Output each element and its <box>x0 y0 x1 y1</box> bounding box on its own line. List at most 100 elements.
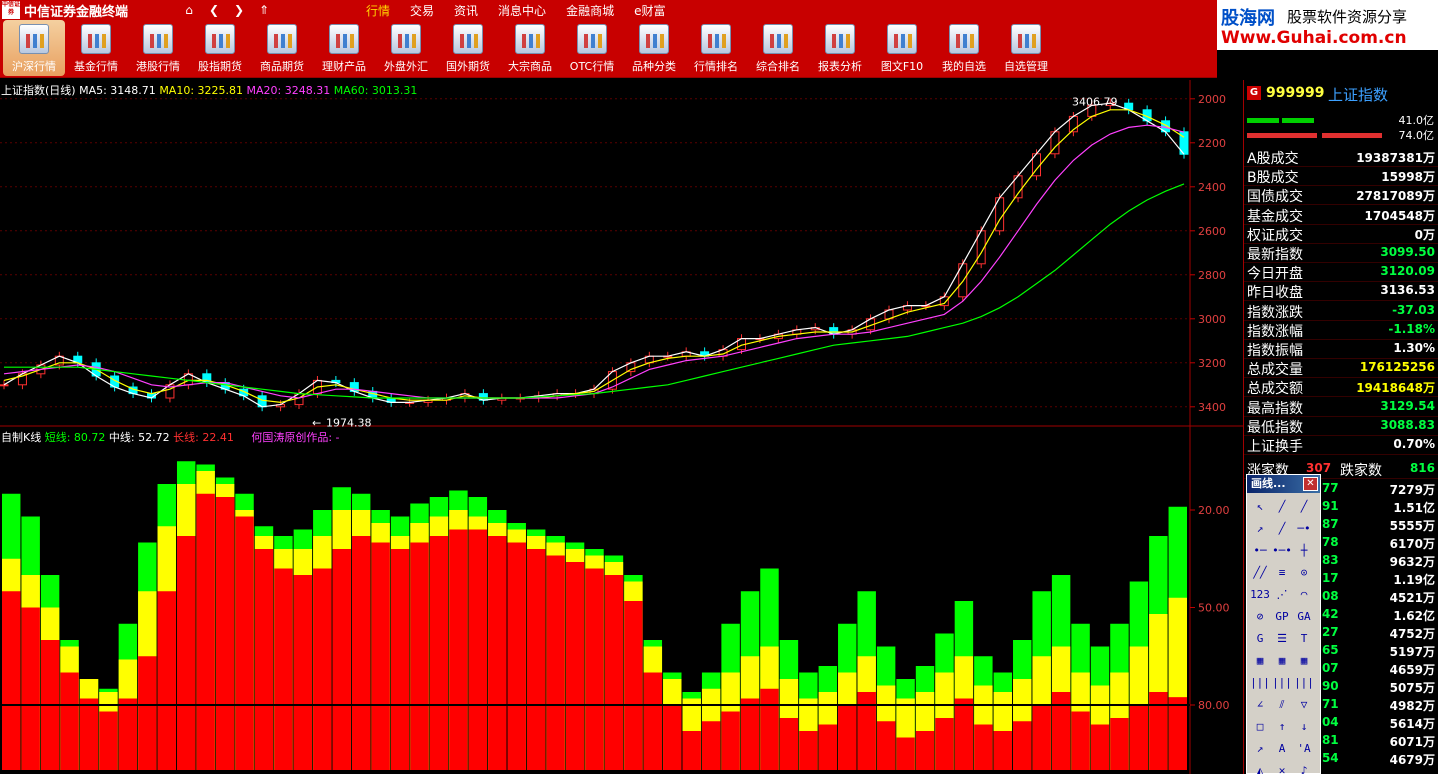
stat-row: B股成交 15998万 <box>1244 167 1438 187</box>
drawing-tool-icon[interactable]: ↗ <box>1249 518 1271 540</box>
stat-row: 最低指数 3088.83 <box>1244 417 1438 436</box>
drawing-tool-icon[interactable]: 'A <box>1293 738 1315 760</box>
toolbar-button[interactable]: 我的自选 <box>933 20 995 76</box>
long-line-bar <box>138 656 157 770</box>
stat-value: 176125256 <box>1359 360 1435 375</box>
drawing-tool-icon[interactable]: ▽ <box>1293 694 1315 716</box>
drawing-tool-icon[interactable]: ||| <box>1249 672 1271 694</box>
drawing-tool-icon[interactable]: ▦ <box>1249 650 1271 672</box>
drawing-tool-icon[interactable]: ≡ <box>1271 562 1293 584</box>
drawing-tool-icon[interactable]: ☰ <box>1271 628 1293 650</box>
drawing-tool-icon[interactable]: ◠ <box>1293 584 1315 606</box>
toolbar-button[interactable]: 理财产品 <box>313 20 375 76</box>
chevron-left-icon[interactable]: ❮ <box>204 2 224 18</box>
close-icon[interactable]: ✕ <box>1303 477 1318 491</box>
toolbar-button[interactable]: 报表分析 <box>809 20 871 76</box>
menu-item-mall[interactable]: 金融商城 <box>566 2 614 19</box>
tick-volume: 4679万 <box>1389 753 1435 767</box>
toolbar-button-label: OTC行情 <box>569 60 615 73</box>
toolbar-button[interactable]: 自选管理 <box>995 20 1057 76</box>
tick-volume: 4659万 <box>1389 663 1435 677</box>
drawing-tool-icon[interactable]: ┼ <box>1293 540 1315 562</box>
drawing-tool-icon[interactable]: ↓ <box>1293 716 1315 738</box>
stat-label: 国债成交 <box>1247 189 1303 206</box>
toolbar-button-label: 沪深行情 <box>12 60 56 73</box>
menu-item-messages[interactable]: 消息中心 <box>498 2 546 19</box>
long-line-bar <box>118 698 138 770</box>
toolbar-button[interactable]: 综合排名 <box>747 20 809 76</box>
toolbar-button[interactable]: 国外期货 <box>437 20 499 76</box>
menu-item-quotes[interactable]: 行情 <box>366 2 390 19</box>
toolbar-button[interactable]: 基金行情 <box>65 20 127 76</box>
toolbar-button[interactable]: 行情排名 <box>685 20 747 76</box>
drawing-tool-icon[interactable]: ↖ <box>1249 496 1271 518</box>
toolbar-button[interactable]: 股指期货 <box>189 20 251 76</box>
drawing-tool-icon[interactable]: ⫽ <box>1271 694 1293 716</box>
long-line-bar <box>915 731 935 770</box>
long-line-bar <box>507 542 526 770</box>
drawing-tool-icon[interactable]: ↗ <box>1249 738 1271 760</box>
drawing-tool-icon[interactable]: ─• <box>1293 518 1315 540</box>
tick-volume: 6071万 <box>1389 735 1435 749</box>
drawing-tool-icon[interactable]: ╱╱ <box>1249 562 1271 584</box>
toolbar-button[interactable]: 品种分类 <box>623 20 685 76</box>
chart-canvas[interactable]: 3400 3200 3000 2800 2600 2400 2200 2000 3406.79 ←… <box>0 80 1243 774</box>
double-chevron-up-icon[interactable]: ⇑ <box>254 2 274 18</box>
long-line-bar <box>565 562 585 770</box>
toolbar-button[interactable]: 商品期货 <box>251 20 313 76</box>
drawing-tool-icon[interactable]: GP <box>1271 606 1293 628</box>
price-tick-label: 3000 <box>1198 313 1226 326</box>
drawing-tool-icon[interactable]: ╱ <box>1271 518 1293 540</box>
low-annotation: 1974.38 <box>326 417 372 430</box>
menu-item-wealth[interactable]: e财富 <box>634 2 665 19</box>
drawing-tool-icon[interactable]: A <box>1271 738 1293 760</box>
indicator-author: 何国涛原创作品: - <box>251 431 340 444</box>
home-icon[interactable]: ⌂ <box>179 2 199 18</box>
main-chart-area[interactable]: 3400 3200 3000 2800 2600 2400 2200 2000 3406.79 ←… <box>0 80 1243 774</box>
drawing-tool-icon[interactable]: ⋰ <box>1271 584 1293 606</box>
toolbar-button[interactable]: 图文F10 <box>871 20 933 76</box>
menu-item-trade[interactable]: 交易 <box>410 2 434 19</box>
drawing-tool-icon[interactable]: ⊙ <box>1293 562 1315 584</box>
drawing-tool-icon[interactable]: G <box>1249 628 1271 650</box>
drawing-tools-panel[interactable]: 画线... ✕ ↖ ╱ ╱ ↗ ╱ ─• •─ •─• ┼ ╱╱ ≡ ⊙ 123 ⋰ ◠ ⊘ GP GA G ☰ T ▦ ▦… <box>1246 474 1321 774</box>
toolbar-button[interactable]: OTC行情 <box>561 20 623 76</box>
toolbar-button[interactable]: 港股行情 <box>127 20 189 76</box>
stat-value: 3136.53 <box>1380 283 1435 298</box>
long-line-bar <box>974 724 993 770</box>
drawing-tool-icon[interactable]: □ <box>1249 716 1271 738</box>
stat-label: 最低指数 <box>1247 419 1303 436</box>
long-line-bar <box>176 536 196 770</box>
drawing-tool-icon[interactable]: ╱ <box>1271 496 1293 518</box>
drawing-tool-icon[interactable]: ⊘ <box>1249 606 1271 628</box>
drawing-tool-icon[interactable]: T <box>1293 628 1315 650</box>
drawing-tool-icon[interactable]: ▦ <box>1293 650 1315 672</box>
toolbar-button[interactable]: 大宗商品 <box>499 20 561 76</box>
drawing-tool-icon[interactable]: ▦ <box>1271 650 1293 672</box>
drawing-tool-icon[interactable]: ◭ <box>1249 760 1271 774</box>
chevron-right-icon[interactable]: ❯ <box>229 2 249 18</box>
drawing-tool-icon[interactable]: ↑ <box>1271 716 1293 738</box>
ma-line-ma10 <box>3 109 1185 404</box>
drawing-tool-icon[interactable]: •─• <box>1271 540 1293 562</box>
menu-item-news[interactable]: 资讯 <box>454 2 478 19</box>
toolbar-button[interactable]: 沪深行情 <box>3 20 65 76</box>
toolbar-button-label: 外盘外汇 <box>384 60 428 73</box>
drawing-tool-icon[interactable]: ∠ <box>1249 694 1271 716</box>
long-line-bar <box>779 718 799 770</box>
stat-label: B股成交 <box>1247 170 1299 187</box>
drawing-tool-icon[interactable]: GA <box>1293 606 1315 628</box>
drawing-tool-icon[interactable]: ||| <box>1293 672 1315 694</box>
drawing-tool-icon[interactable]: 123 <box>1249 584 1271 606</box>
ma-line-ma20 <box>3 124 1185 399</box>
drawing-tool-icon[interactable]: ╱ <box>1293 496 1315 518</box>
drawing-tool-icon[interactable]: ♪ <box>1293 760 1315 774</box>
stat-row: 国债成交 27817089万 <box>1244 186 1438 206</box>
drawing-panel-title-text: 画线... <box>1251 477 1286 490</box>
toolbar-button-label: 理财产品 <box>322 60 366 73</box>
drawing-tool-icon[interactable]: •─ <box>1249 540 1271 562</box>
toolbar-button[interactable]: 外盘外汇 <box>375 20 437 76</box>
long-line-bar <box>293 575 313 770</box>
drawing-tool-icon[interactable]: ✕ <box>1271 760 1293 774</box>
drawing-tool-icon[interactable]: ||| <box>1271 672 1293 694</box>
